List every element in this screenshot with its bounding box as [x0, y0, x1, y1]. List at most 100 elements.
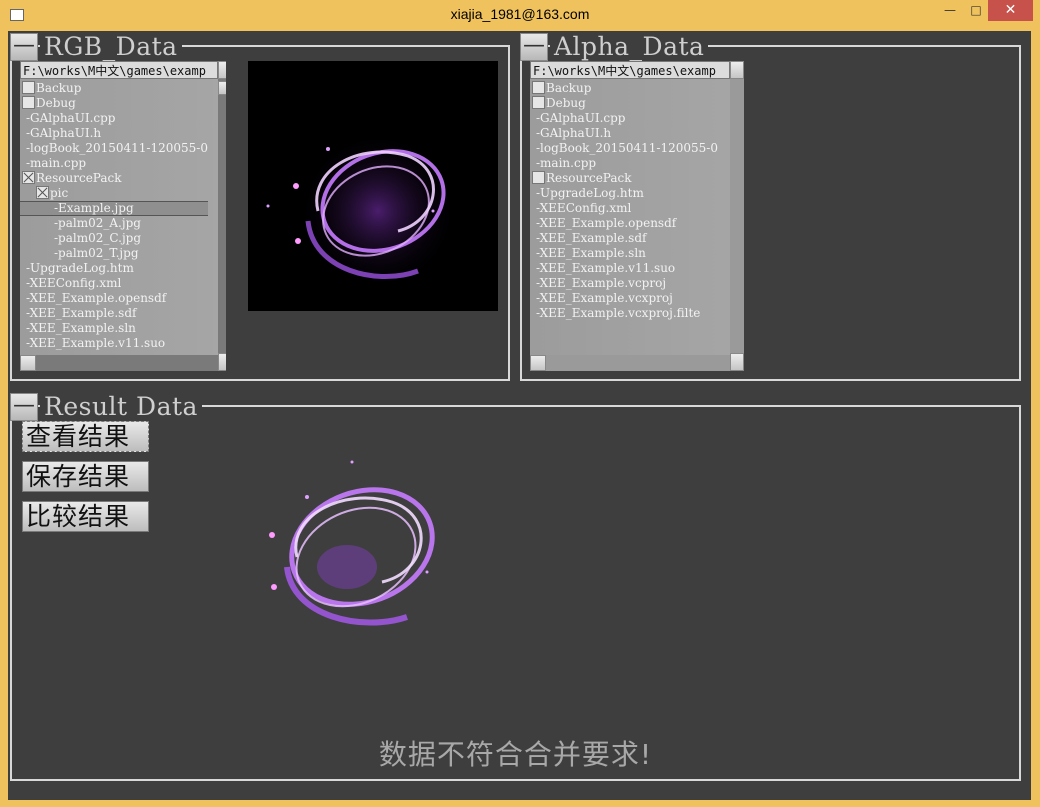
rgb-tree-item[interactable]: -XEEConfig.xml: [20, 276, 208, 291]
rgb-tree-item[interactable]: -XEE_Example.opensdf: [20, 291, 208, 306]
collapse-node-icon[interactable]: [22, 171, 35, 184]
alpha-tree-item[interactable]: -logBook_20150411-120055-0: [530, 141, 718, 156]
rgb-horizontal-scrollbar[interactable]: [20, 355, 218, 371]
alpha-tree-item[interactable]: -main.cpp: [530, 156, 718, 171]
alpha-tree-item[interactable]: ResourcePack: [530, 171, 718, 186]
rgb-tree-item[interactable]: ResourcePack: [20, 171, 208, 186]
rgb-tree-item[interactable]: -palm02_A.jpg: [20, 216, 208, 231]
rgb-tree-item[interactable]: Debug: [20, 96, 208, 111]
alpha-data-group: — Alpha_Data F:\works\M中文\games\examp Ba…: [520, 33, 1021, 381]
alpha-tree-item[interactable]: -XEE_Example.sdf: [530, 231, 718, 246]
alpha-tree-item[interactable]: -GAlphaUI.cpp: [530, 111, 718, 126]
alpha-tree-item-label: -XEE_Example.sln: [536, 246, 646, 260]
window-title: xiajia_1981@163.com: [450, 6, 590, 22]
rgb-tree-item[interactable]: -logBook_20150411-120055-0: [20, 141, 208, 156]
expand-node-icon[interactable]: [22, 81, 35, 94]
rgb-group-title: RGB_Data: [40, 33, 182, 61]
expand-node-icon[interactable]: [532, 171, 545, 184]
result-collapse-button[interactable]: —: [10, 393, 38, 421]
rgb-tree-item-label: -palm02_C.jpg: [54, 231, 142, 245]
rgb-tree-item-label: -XEE_Example.sln: [26, 321, 136, 335]
alpha-tree-item-label: -main.cpp: [536, 156, 597, 170]
expand-node-icon[interactable]: [532, 81, 545, 94]
alpha-scroll-down-button[interactable]: [730, 353, 744, 371]
rgb-scroll-up-button[interactable]: [218, 61, 226, 79]
alpha-tree-item-label: Debug: [546, 96, 586, 110]
alpha-tree-item[interactable]: Debug: [530, 96, 718, 111]
rgb-collapse-button[interactable]: —: [10, 33, 38, 61]
alpha-tree-item[interactable]: -XEE_Example.vcproj: [530, 276, 718, 291]
expand-node-icon[interactable]: [532, 96, 545, 109]
alpha-tree-item-label: -XEE_Example.sdf: [536, 231, 647, 245]
rgb-tree-item-label: -GAlphaUI.cpp: [26, 111, 116, 125]
save-result-button[interactable]: 保存结果: [22, 461, 149, 492]
rgb-tree-item[interactable]: Backup: [20, 81, 208, 96]
alpha-tree-item-label: -XEE_Example.vcxproj.filte: [536, 306, 701, 320]
alpha-file-tree[interactable]: F:\works\M中文\games\examp Backup Debug -GAl…: [530, 61, 744, 371]
rgb-tree-item[interactable]: -palm02_C.jpg: [20, 231, 208, 246]
maximize-button[interactable]: □: [962, 0, 990, 21]
rgb-tree-item[interactable]: -GAlphaUI.h: [20, 126, 208, 141]
result-image: [269, 460, 435, 626]
alpha-tree-item[interactable]: -XEE_Example.opensdf: [530, 216, 718, 231]
alpha-tree-item-label: ResourcePack: [546, 171, 632, 185]
alpha-scroll-up-button[interactable]: [730, 61, 744, 79]
rgb-tree-item-label: pic: [50, 186, 69, 200]
alpha-tree-item-label: Backup: [546, 81, 592, 95]
alpha-tree-item-label: -logBook_20150411-120055-0: [536, 141, 718, 155]
close-button[interactable]: ✕: [988, 0, 1033, 21]
rgb-tree-item-label: -palm02_A.jpg: [54, 216, 141, 230]
rgb-tree-item[interactable]: -main.cpp: [20, 156, 208, 171]
rgb-scroll-thumb[interactable]: [218, 81, 226, 95]
rgb-tree-item-label: -GAlphaUI.h: [26, 126, 102, 140]
view-result-button[interactable]: 查看结果: [22, 421, 149, 452]
rgb-tree-item-label: -palm02_T.jpg: [54, 246, 139, 260]
alpha-collapse-button[interactable]: —: [520, 33, 548, 61]
alpha-vertical-scrollbar[interactable]: [730, 61, 744, 371]
rgb-tree-item[interactable]: -XEE_Example.sdf: [20, 306, 208, 321]
rgb-tree-item[interactable]: pic: [20, 186, 208, 201]
rgb-vertical-scrollbar[interactable]: [218, 61, 226, 371]
rgb-tree-item-label: Backup: [36, 81, 82, 95]
alpha-tree-item-label: -XEE_Example.vcproj: [536, 276, 667, 290]
rgb-tree-rows: Backup Debug -GAlphaUI.cpp -GAlphaUI.h -logB…: [20, 81, 208, 351]
rgb-tree-item-label: Debug: [36, 96, 76, 110]
rgb-tree-item[interactable]: -XEE_Example.v11.suo: [20, 336, 208, 351]
rgb-scroll-left-button[interactable]: [20, 355, 36, 371]
alpha-tree-item-label: -UpgradeLog.htm: [536, 186, 644, 200]
alpha-tree-item[interactable]: Backup: [530, 81, 718, 96]
result-group-title: Result Data: [40, 393, 202, 421]
rgb-tree-item[interactable]: -XEE_Example.sln: [20, 321, 208, 336]
client-area: — RGB_Data F:\works\M中文\games\examp Back…: [8, 31, 1031, 800]
rgb-tree-item[interactable]: -UpgradeLog.htm: [20, 261, 208, 276]
compare-result-button[interactable]: 比较结果: [22, 501, 149, 532]
result-data-group: — Result Data 查看结果 保存结果 比较结果 数据不符合合并要求!: [10, 393, 1021, 781]
alpha-tree-item[interactable]: -XEE_Example.vcxproj.filte: [530, 306, 718, 321]
alpha-path-field[interactable]: F:\works\M中文\games\examp: [530, 61, 730, 79]
rgb-file-tree[interactable]: F:\works\M中文\games\examp Backup Debug -GAl…: [20, 61, 226, 371]
alpha-tree-item[interactable]: -XEEConfig.xml: [530, 201, 718, 216]
alpha-scroll-left-button[interactable]: [530, 355, 546, 371]
rgb-tree-item-label: ResourcePack: [36, 171, 122, 185]
alpha-tree-item[interactable]: -UpgradeLog.htm: [530, 186, 718, 201]
rgb-path-field[interactable]: F:\works\M中文\games\examp: [20, 61, 218, 79]
expand-node-icon[interactable]: [22, 96, 35, 109]
alpha-tree-item[interactable]: -GAlphaUI.h: [530, 126, 718, 141]
alpha-tree-item[interactable]: -XEE_Example.vcxproj: [530, 291, 718, 306]
rgb-tree-item[interactable]: -GAlphaUI.cpp: [20, 111, 208, 126]
title-bar: xiajia_1981@163.com — □ ✕: [0, 0, 1040, 31]
minimize-button[interactable]: —: [936, 0, 964, 21]
alpha-tree-rows: Backup Debug -GAlphaUI.cpp -GAlphaUI.h -logB…: [530, 81, 718, 321]
rgb-tree-item[interactable]: -Example.jpg: [20, 201, 208, 216]
alpha-horizontal-scrollbar[interactable]: [530, 355, 730, 371]
alpha-tree-item-label: -GAlphaUI.h: [536, 126, 612, 140]
rgb-tree-item-label: -Example.jpg: [54, 201, 134, 215]
alpha-tree-item[interactable]: -XEE_Example.sln: [530, 246, 718, 261]
rgb-scroll-down-button[interactable]: [218, 353, 226, 371]
rgb-tree-item[interactable]: -palm02_T.jpg: [20, 246, 208, 261]
collapse-node-icon[interactable]: [36, 186, 49, 199]
alpha-tree-item[interactable]: -XEE_Example.v11.suo: [530, 261, 718, 276]
alpha-tree-item-label: -GAlphaUI.cpp: [536, 111, 626, 125]
alpha-tree-item-label: -XEE_Example.v11.suo: [536, 261, 676, 275]
rgb-tree-item-label: -XEE_Example.sdf: [26, 306, 137, 320]
